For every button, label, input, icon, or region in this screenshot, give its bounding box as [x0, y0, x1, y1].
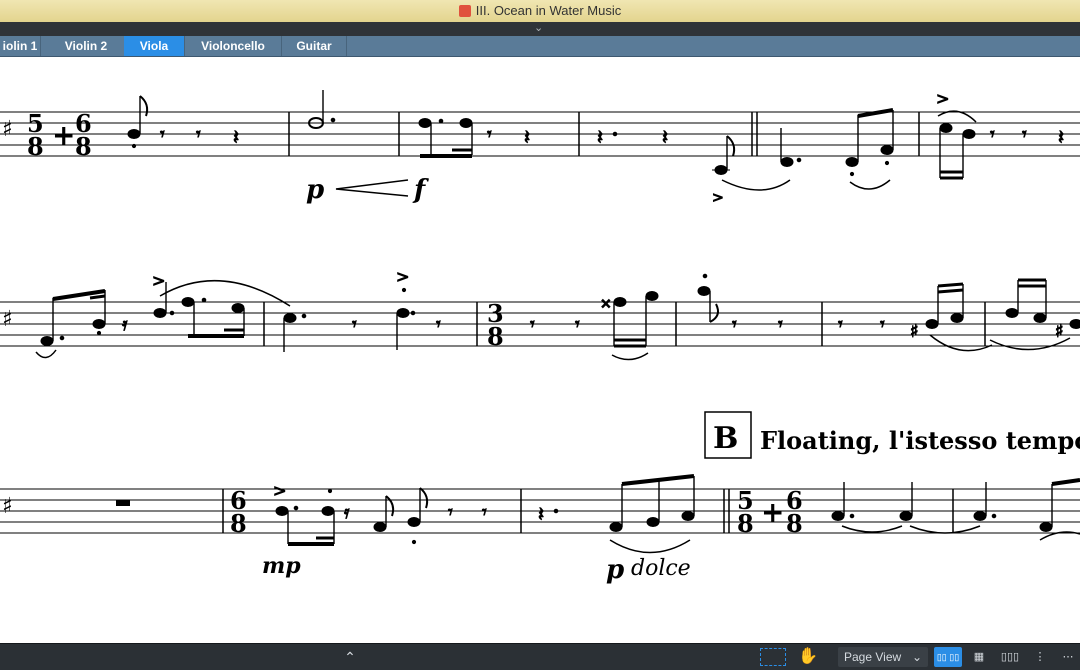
svg-text:♯: ♯	[2, 117, 13, 142]
chevron-down-icon[interactable]: ⌄	[534, 22, 543, 34]
grid-icon[interactable]: ▦	[968, 647, 990, 667]
svg-text:𝄾: 𝄾	[1022, 124, 1027, 145]
whole-rest	[116, 500, 130, 506]
svg-text:♯: ♯	[2, 307, 13, 332]
rehearsal-mark: B	[704, 411, 752, 459]
svg-text:𝄾: 𝄾	[160, 124, 165, 145]
svg-text:8: 8	[786, 509, 803, 538]
svg-text:𝄾: 𝄾	[732, 314, 737, 335]
svg-text:>: >	[273, 481, 286, 500]
dynamic-p-2: p	[606, 555, 624, 585]
notes-system-3: > 𝄿 𝄾 𝄾 𝄽	[273, 474, 1080, 554]
hand-tool-icon[interactable]: ✋	[796, 647, 820, 667]
svg-text:×: ×	[600, 296, 612, 312]
svg-text:𝄾: 𝄾	[990, 124, 995, 145]
svg-text:♯: ♯	[910, 321, 919, 342]
svg-text:+: +	[52, 119, 75, 152]
svg-text:8: 8	[27, 132, 44, 161]
svg-text:𝄽: 𝄽	[524, 125, 530, 149]
svg-text:𝄾: 𝄾	[575, 314, 580, 335]
svg-text:♯: ♯	[2, 494, 13, 519]
crescendo-hairpin	[335, 179, 409, 197]
svg-text:𝄾: 𝄾	[352, 314, 357, 335]
svg-text:𝄾: 𝄾	[487, 124, 492, 145]
dynamics-system-3: mp p dolce	[262, 553, 691, 585]
svg-text:𝄾: 𝄾	[436, 314, 441, 335]
rehearsal-mark-letter: B	[713, 421, 738, 456]
dynamic-f-1: f	[412, 175, 429, 205]
spreads-icon[interactable]: ▯▯ ▯▯	[934, 647, 962, 667]
window-titlebar: III. Ocean in Water Music	[0, 0, 1080, 23]
view-dropdown-icon: ⌄	[911, 650, 922, 664]
svg-text:8: 8	[487, 322, 504, 351]
key-signature-1: ♯	[2, 117, 13, 142]
svg-text:𝄾: 𝄾	[448, 502, 453, 523]
svg-text:𝄽: 𝄽	[1058, 125, 1064, 149]
svg-text:𝄽: 𝄽	[662, 125, 668, 149]
svg-text:8: 8	[75, 132, 92, 161]
tab-violin-1[interactable]: iolin 1	[0, 36, 41, 56]
svg-text:𝄽: 𝄽	[233, 125, 239, 149]
svg-text:8: 8	[230, 509, 247, 538]
dynamic-p-1: p	[306, 175, 324, 205]
time-signature-1: 5 8 + 6 8	[27, 109, 92, 161]
time-signature-4: 5 8 + 6 8	[737, 486, 803, 538]
svg-text:𝄿: 𝄿	[344, 502, 350, 523]
svg-text:𝄾: 𝄾	[196, 124, 201, 145]
svg-text:𝄿: 𝄿	[122, 314, 128, 335]
window-title-text: III. Ocean in Water Music	[475, 3, 622, 18]
view-dropdown[interactable]: Page View ⌄	[838, 647, 928, 667]
svg-text:𝄾: 𝄾	[482, 502, 487, 523]
status-bar: ⌃ ✋ Page View ⌄ ▯▯ ▯▯ ▦ ▯▯▯ ⋮ ⋯	[0, 643, 1080, 670]
tab-violoncello[interactable]: Violoncello	[185, 36, 282, 56]
svg-text:𝄽: 𝄽	[597, 125, 603, 149]
horizontal-icon[interactable]: ▯▯▯	[998, 647, 1022, 667]
vertical-icon[interactable]: ⋮	[1030, 647, 1050, 667]
dorico-app-icon	[458, 5, 471, 17]
key-signature-2: ♯	[2, 307, 13, 332]
selection-tool-icon[interactable]	[760, 648, 786, 666]
more-icon[interactable]: ⋯	[1058, 647, 1078, 667]
view-dropdown-label: Page View	[844, 650, 902, 664]
svg-text:𝄾: 𝄾	[880, 314, 885, 335]
score-page[interactable]: ♯ 5 8 + 6 8 𝄾 𝄾 𝄽 𝄾 𝄽 𝄽 𝄽 > > 𝄾 𝄾 𝄽 p f …	[0, 57, 1080, 643]
svg-text:+: +	[761, 496, 784, 529]
layout-tabs: iolin 1 Violin 2 Viola Violoncello Guita…	[0, 36, 1080, 57]
dynamic-mp: mp	[262, 553, 301, 579]
svg-text:𝄽: 𝄽	[538, 502, 544, 526]
svg-text:>: >	[712, 190, 724, 206]
svg-text:𝄾: 𝄾	[530, 314, 535, 335]
svg-text:>: >	[396, 267, 409, 286]
tab-viola[interactable]: Viola	[124, 36, 185, 56]
notes-system-1: 𝄾 𝄾 𝄽 𝄾 𝄽 𝄽 𝄽 > > 𝄾 𝄾 𝄽	[127, 89, 1065, 207]
svg-text:8: 8	[737, 509, 754, 538]
dynamics-system-1: p f	[306, 175, 429, 205]
window-title: III. Ocean in Water Music	[0, 3, 1080, 18]
collapse-up-icon[interactable]: ⌃	[340, 647, 360, 667]
tab-guitar[interactable]: Guitar	[282, 36, 347, 56]
svg-text:𝄾: 𝄾	[838, 314, 843, 335]
toolbar-collapse-bar: ⌄	[0, 22, 1080, 36]
svg-text:>: >	[936, 89, 949, 108]
expression-dolce: dolce	[631, 556, 691, 581]
key-signature-3: ♯	[2, 494, 13, 519]
time-signature-2: 3 8	[487, 299, 504, 351]
svg-text:𝄾: 𝄾	[778, 314, 783, 335]
svg-text:♯: ♯	[1055, 321, 1064, 342]
tab-violin-2[interactable]: Violin 2	[48, 36, 125, 56]
svg-text:>: >	[152, 271, 165, 290]
time-signature-3: 6 8	[230, 486, 247, 538]
tempo-marking: Floating, l'istesso tempo	[760, 426, 1080, 455]
